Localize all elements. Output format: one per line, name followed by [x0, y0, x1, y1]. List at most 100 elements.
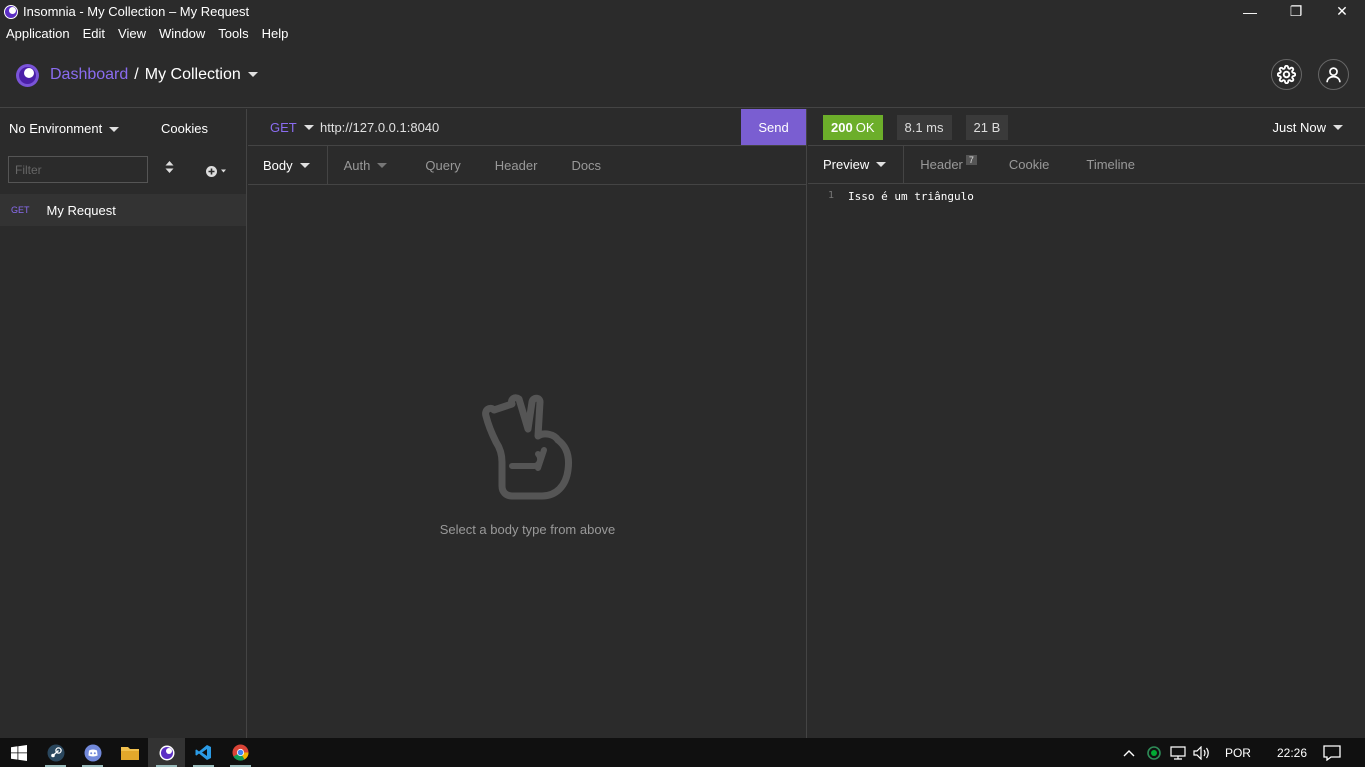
- status-badge: 200 OK: [823, 114, 883, 140]
- method-selector[interactable]: GET: [270, 120, 314, 135]
- taskbar-file-explorer[interactable]: [111, 738, 148, 767]
- tab-query[interactable]: Query: [403, 146, 476, 184]
- menu-tools[interactable]: Tools: [218, 26, 248, 41]
- add-item-button[interactable]: [206, 164, 230, 182]
- breadcrumb-dashboard[interactable]: Dashboard: [50, 66, 128, 84]
- environment-label: No Environment: [9, 120, 103, 136]
- tab-docs[interactable]: Docs: [553, 146, 617, 184]
- minimize-button[interactable]: —: [1227, 0, 1273, 23]
- insomnia-icon: [159, 745, 174, 760]
- vscode-icon: [195, 745, 211, 760]
- url-bar: GET http://127.0.0.1:8040 Send: [248, 109, 806, 146]
- window-controls: — ❐ ✕: [1227, 0, 1365, 23]
- volume-icon[interactable]: [1193, 745, 1211, 760]
- folder-icon: [120, 747, 139, 760]
- language-indicator[interactable]: POR: [1225, 746, 1251, 760]
- windows-icon: [10, 744, 27, 761]
- tab-timeline[interactable]: Timeline: [1065, 146, 1151, 183]
- peace-hand-icon: [481, 394, 572, 500]
- chevron-down-icon: [1333, 124, 1343, 130]
- sidebar-request-item[interactable]: GET My Request: [0, 194, 246, 226]
- chevron-down-icon: [109, 126, 120, 132]
- tab-auth[interactable]: Auth: [328, 146, 404, 184]
- settings-button[interactable]: [1271, 59, 1302, 90]
- menu-view[interactable]: View: [118, 26, 146, 41]
- taskbar-steam[interactable]: [37, 738, 74, 767]
- request-tabs: Body Auth Query Header Docs: [248, 146, 806, 185]
- status-text: OK: [855, 119, 875, 135]
- insomnia-app-icon: [4, 4, 18, 19]
- request-pane: GET http://127.0.0.1:8040 Send Body Auth…: [248, 109, 807, 738]
- sidebar: No Environment Cookies GET My Request: [0, 109, 247, 738]
- filter-row: [0, 147, 246, 192]
- status-code: 200: [831, 119, 853, 135]
- menu-help[interactable]: Help: [262, 26, 289, 41]
- close-button[interactable]: ✕: [1319, 0, 1365, 23]
- url-input[interactable]: http://127.0.0.1:8040: [320, 120, 439, 135]
- taskbar: POR 22:26: [0, 738, 1365, 767]
- tab-header[interactable]: Header: [477, 146, 554, 184]
- header-count-badge: 7: [965, 154, 977, 165]
- menu-bar: Application Edit View Window Tools Help: [0, 23, 1365, 43]
- request-method-label: GET: [11, 205, 30, 215]
- chrome-icon: [232, 744, 249, 761]
- environment-row: No Environment Cookies: [0, 109, 246, 147]
- maximize-button[interactable]: ❐: [1273, 0, 1319, 23]
- network-icon[interactable]: [1169, 745, 1187, 760]
- account-button[interactable]: [1318, 59, 1349, 90]
- tab-auth-label: Auth: [343, 157, 371, 173]
- response-timestamp: Just Now: [1272, 119, 1326, 135]
- insomnia-logo: [16, 63, 39, 87]
- size-badge: 21 B: [965, 114, 1009, 140]
- collection-name: My Collection: [144, 66, 241, 83]
- response-tabs: Preview Header 7 Cookie Timeline: [808, 146, 1365, 184]
- taskbar-chrome[interactable]: [222, 738, 259, 767]
- tab-body[interactable]: Body: [248, 146, 328, 184]
- request-name: My Request: [46, 202, 116, 218]
- start-button[interactable]: [0, 738, 37, 767]
- user-icon: [1326, 67, 1341, 83]
- tab-cookie[interactable]: Cookie: [993, 146, 1065, 183]
- menu-application[interactable]: Application: [6, 26, 70, 41]
- gear-icon: [1277, 65, 1296, 84]
- breadcrumb-separator: /: [134, 66, 139, 83]
- plus-circle-icon: [206, 166, 226, 177]
- title-bar: Insomnia - My Collection – My Request — …: [0, 0, 1365, 23]
- sort-icon[interactable]: [165, 161, 174, 173]
- clock[interactable]: 22:26: [1277, 746, 1307, 760]
- tab-response-header[interactable]: Header 7: [904, 146, 993, 183]
- response-pane: 200 OK 8.1 ms 21 B Just Now Preview Heade…: [808, 109, 1365, 738]
- method-label: GET: [270, 119, 297, 135]
- breadcrumb-collection[interactable]: My Collection: [145, 66, 258, 84]
- line-number: 1: [827, 190, 834, 201]
- environment-selector[interactable]: No Environment: [9, 120, 120, 136]
- response-line: 1 Isso é um triângulo: [808, 190, 1365, 203]
- response-status-row: 200 OK 8.1 ms 21 B Just Now: [808, 109, 1365, 146]
- time-badge: 8.1 ms: [896, 114, 952, 140]
- taskbar-vscode[interactable]: [185, 738, 222, 767]
- app-header: Dashboard / My Collection: [0, 43, 1365, 108]
- response-history-selector[interactable]: Just Now: [1273, 120, 1343, 135]
- chevron-up-icon[interactable]: [1123, 749, 1135, 757]
- steam-icon: [47, 744, 64, 761]
- tab-response-header-label: Header: [920, 157, 963, 172]
- taskbar-discord[interactable]: [74, 738, 111, 767]
- tab-preview[interactable]: Preview: [808, 146, 905, 183]
- notification-icon[interactable]: [1323, 744, 1341, 761]
- cookies-button[interactable]: Cookies: [161, 121, 208, 136]
- status-circle-icon[interactable]: [1147, 745, 1161, 760]
- menu-window[interactable]: Window: [159, 26, 205, 41]
- filter-input[interactable]: [8, 156, 148, 183]
- send-button[interactable]: Send: [741, 109, 806, 145]
- chevron-down-icon: [247, 72, 258, 78]
- chevron-down-icon: [299, 162, 310, 168]
- line-text: Isso é um triângulo: [848, 190, 974, 203]
- empty-body-state: Select a body type from above: [248, 394, 807, 537]
- empty-body-text: Select a body type from above: [439, 522, 616, 537]
- menu-edit[interactable]: Edit: [83, 26, 105, 41]
- discord-icon: [84, 744, 101, 761]
- chevron-down-icon: [876, 162, 887, 167]
- taskbar-insomnia[interactable]: [148, 738, 185, 767]
- chevron-down-icon: [303, 124, 314, 130]
- tab-body-label: Body: [263, 157, 293, 173]
